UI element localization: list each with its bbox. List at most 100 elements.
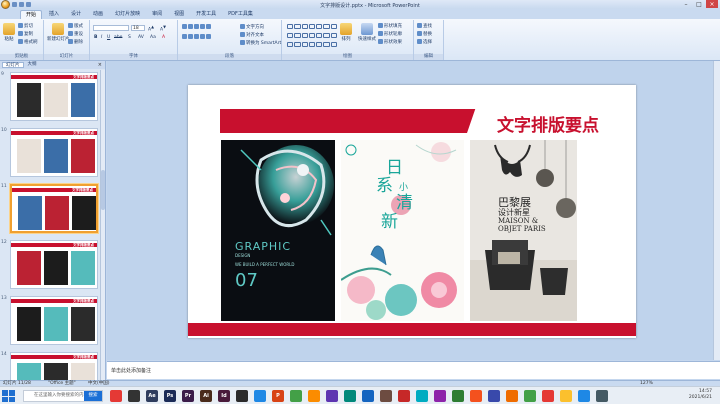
maximize-icon[interactable]: □ (693, 0, 705, 8)
taskbar-clock[interactable]: 14:57 2021/6/21 (689, 389, 712, 401)
slide-thumbnail[interactable]: 文字排版要点 (10, 184, 98, 233)
char-spacing-button[interactable]: AV (138, 35, 144, 40)
pane-scrollbar[interactable] (100, 70, 105, 381)
shape-outline-button[interactable]: 形状轮廓 (378, 31, 402, 37)
notes-pane[interactable]: 单击此处添加备注 (107, 361, 720, 379)
ribbon-tab[interactable]: 审阅 (147, 10, 167, 19)
app-icon-3[interactable] (236, 390, 248, 402)
app-icon-16[interactable] (488, 390, 500, 402)
ribbon-tab[interactable]: 开始 (20, 10, 43, 19)
paris-design-image[interactable]: 巴黎展 设计新星 MAISON & OBJET PARIS (470, 140, 577, 321)
strikethrough-button[interactable]: abe (114, 35, 122, 40)
new-slide-button[interactable]: 新建幻灯片 (47, 23, 70, 42)
find-button[interactable]: 查找 (417, 23, 432, 29)
shapes-gallery[interactable] (287, 24, 337, 50)
save-icon[interactable] (12, 2, 17, 7)
app-icon-11[interactable] (398, 390, 410, 402)
app-icon-5[interactable] (290, 390, 302, 402)
premiere-icon[interactable]: Pr (182, 390, 194, 402)
format-painter-button[interactable]: 格式刷 (18, 39, 38, 45)
app-icon-7[interactable] (326, 390, 338, 402)
font-size-select[interactable]: 18 (131, 25, 145, 31)
app-icon-4[interactable] (254, 390, 266, 402)
quick-styles-button[interactable]: 快速样式 (358, 23, 376, 42)
title-bar-shape[interactable]: 文字排版要点 (220, 109, 605, 133)
slide-title-box[interactable]: 文字排版要点 (467, 109, 605, 133)
illustrator-icon[interactable]: Ai (200, 390, 212, 402)
slide-thumbnail[interactable]: 文字排版要点 (10, 296, 98, 345)
after-effects-icon[interactable]: Ae (146, 390, 158, 402)
underline-button[interactable]: U (107, 35, 110, 40)
japanese-fresh-image[interactable]: 日 系 小 清 新 (341, 140, 464, 321)
office-button[interactable] (1, 0, 10, 9)
alignment-buttons[interactable] (182, 34, 212, 40)
paste-button[interactable]: 粘贴 (3, 23, 15, 42)
app-icon-15[interactable] (470, 390, 482, 402)
ribbon-tab[interactable]: 设计 (66, 10, 86, 19)
bottom-bar-shape[interactable] (188, 323, 636, 336)
arrange-button[interactable]: 排列 (340, 23, 352, 42)
font-family-select[interactable] (93, 25, 129, 31)
ribbon-tab[interactable]: 动画 (88, 10, 108, 19)
scrollbar-thumb[interactable] (101, 170, 105, 210)
replace-button[interactable]: 替换 (417, 31, 432, 37)
italic-button[interactable]: I (101, 35, 102, 40)
app-icon-13[interactable] (434, 390, 446, 402)
close-icon[interactable]: × (706, 0, 718, 8)
app-icon-22[interactable] (596, 390, 608, 402)
cut-button[interactable]: 剪切 (18, 23, 33, 29)
bullets-button[interactable] (182, 24, 212, 30)
app-icon-9[interactable] (362, 390, 374, 402)
ribbon-tab[interactable]: PDF工具集 (223, 10, 258, 19)
app-icon-14[interactable] (452, 390, 464, 402)
ribbon-tab[interactable]: 幻灯片放映 (110, 10, 145, 19)
indesign-icon[interactable]: Id (218, 390, 230, 402)
delete-slide-button[interactable]: 删除 (68, 39, 83, 45)
ribbon-tab[interactable]: 开发工具 (191, 10, 221, 19)
powerpoint-icon[interactable]: P (272, 390, 284, 402)
ribbon-tab[interactable]: 视图 (169, 10, 189, 19)
app-icon-2[interactable] (128, 390, 140, 402)
current-slide[interactable]: 文字排版要点 GRAPHIC DESIGN WE BUILD A PERFECT… (188, 85, 636, 338)
select-button[interactable]: 选择 (417, 39, 432, 45)
ribbon-tab[interactable]: 插入 (44, 10, 64, 19)
undo-icon[interactable] (19, 2, 24, 7)
grow-font-button[interactable]: A▲ (148, 25, 154, 33)
slide-thumbnail[interactable]: 文字排版要点 (10, 352, 98, 381)
windows-start-icon[interactable] (2, 390, 15, 402)
text-direction-button[interactable]: 文字方向 (240, 24, 264, 30)
taskbar-search-button[interactable]: 搜索 (84, 391, 102, 401)
close-pane-icon[interactable]: × (98, 62, 102, 68)
app-icon-12[interactable] (416, 390, 428, 402)
app-icon-18[interactable] (524, 390, 536, 402)
app-icon-21[interactable] (578, 390, 590, 402)
tab-outline[interactable]: 大纲 (25, 62, 40, 68)
align-text-button[interactable]: 对齐文本 (240, 32, 264, 38)
canvas-scrollbar[interactable] (713, 61, 720, 360)
graphic-design-image[interactable]: GRAPHIC DESIGN WE BUILD A PERFECT WORLD … (221, 140, 335, 321)
slide-thumbnail[interactable]: 文字排版要点 (10, 128, 98, 177)
app-icon-6[interactable] (308, 390, 320, 402)
tab-slides[interactable]: 幻灯片 (2, 62, 24, 68)
app-icon-8[interactable] (344, 390, 356, 402)
minimize-icon[interactable]: – (680, 0, 692, 8)
app-icon-17[interactable] (506, 390, 518, 402)
reset-button[interactable]: 重设 (68, 31, 83, 37)
app-icon-1[interactable] (110, 390, 122, 402)
slide-thumbnail[interactable]: 文字排版要点 (10, 240, 98, 289)
app-icon-19[interactable] (542, 390, 554, 402)
shrink-font-button[interactable]: A▼ (160, 25, 166, 33)
redo-icon[interactable] (26, 2, 31, 7)
shadow-button[interactable]: S (128, 35, 131, 40)
slide-thumbnail[interactable]: 文字排版要点 (10, 72, 98, 121)
layout-button[interactable]: 版式 (68, 23, 83, 29)
font-color-button[interactable]: A (162, 35, 165, 40)
shape-effects-button[interactable]: 形状效果 (378, 39, 402, 45)
photoshop-icon[interactable]: Ps (164, 390, 176, 402)
shape-fill-button[interactable]: 形状填充 (378, 23, 402, 29)
change-case-button[interactable]: Aa (150, 35, 156, 40)
smartart-button[interactable]: 转换为 SmartArt (240, 40, 281, 46)
copy-button[interactable]: 复制 (18, 31, 33, 37)
app-icon-20[interactable] (560, 390, 572, 402)
app-icon-10[interactable] (380, 390, 392, 402)
